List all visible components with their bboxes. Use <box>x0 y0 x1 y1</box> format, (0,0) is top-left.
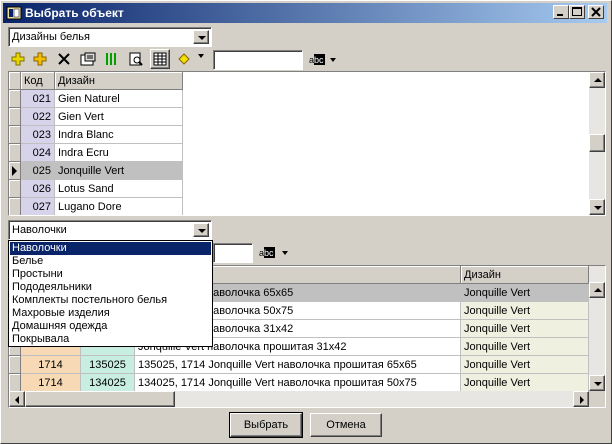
design-name-cell[interactable]: Jonquille Vert <box>55 162 183 180</box>
properties-icon[interactable] <box>78 49 98 69</box>
design-code-cell[interactable]: 027 <box>21 198 55 215</box>
category-option[interactable]: Простыни <box>10 268 211 281</box>
svg-text:bc: bc <box>264 248 274 258</box>
grid-settings-icon[interactable] <box>150 49 170 69</box>
add-copy-icon[interactable] <box>30 49 50 69</box>
design-type-combo[interactable]: Дизайны белья <box>8 27 212 47</box>
add-icon[interactable] <box>8 49 28 69</box>
filter-icon[interactable] <box>174 49 194 69</box>
products-hscroll[interactable] <box>9 391 589 407</box>
title-bar[interactable]: Выбрать объект <box>3 3 607 23</box>
design-grid-scrollbar[interactable] <box>589 72 605 215</box>
product-article-cell[interactable]: 135025 <box>81 356 135 374</box>
design-name-cell[interactable]: Gien Naturel <box>55 90 183 108</box>
design-name-cell[interactable]: Lugano Dore <box>55 198 183 215</box>
design-name-cell[interactable]: Indra Blanc <box>55 126 183 144</box>
columns-icon[interactable] <box>102 49 122 69</box>
scroll-corner <box>589 391 605 407</box>
category-option[interactable]: Комплекты постельного белья <box>10 294 211 307</box>
row-indicator[interactable] <box>9 180 21 198</box>
category-dropdown-list: Наволочки Белье Простыни Пододеяльники Компл… <box>8 240 213 347</box>
chevron-down-icon[interactable] <box>193 30 209 44</box>
row-indicator-header <box>9 72 21 90</box>
design-code-cell[interactable]: 023 <box>21 126 55 144</box>
cancel-button[interactable]: Отмена <box>310 413 382 437</box>
design-code-cell[interactable]: 022 <box>21 108 55 126</box>
product-design-cell[interactable]: Jonquille Vert <box>461 374 589 392</box>
design-column-header[interactable]: Дизайн <box>55 72 183 90</box>
scroll-down-button[interactable] <box>589 199 605 215</box>
product-article-cell[interactable]: 134025 <box>81 374 135 392</box>
product-design-cell[interactable]: Jonquille Vert <box>461 284 589 302</box>
delete-icon[interactable] <box>54 49 74 69</box>
filter-dropdown-icon[interactable] <box>198 54 204 58</box>
row-indicator[interactable] <box>9 108 21 126</box>
product-design-cell[interactable]: Jonquille Vert <box>461 338 589 356</box>
design-code-cell[interactable]: 026 <box>21 180 55 198</box>
category-option[interactable]: Наволочки <box>9 241 212 256</box>
design-name-cell[interactable]: Indra Ecru <box>55 144 183 162</box>
category-combo[interactable]: Наволочки <box>8 220 212 240</box>
close-button[interactable] <box>588 5 604 19</box>
category-option[interactable]: Покрывала <box>10 333 211 346</box>
design-name-cell[interactable]: Lotus Sand <box>55 180 183 198</box>
window-title: Выбрать объект <box>25 6 124 20</box>
search-input[interactable] <box>213 50 303 70</box>
abc-search-icon-2[interactable]: a bc <box>258 246 276 259</box>
category-value: Наволочки <box>12 224 67 236</box>
product-design-cell[interactable]: Jonquille Vert <box>461 356 589 374</box>
code-column-header[interactable]: Код <box>21 72 55 90</box>
design-code-cell[interactable]: 024 <box>21 144 55 162</box>
row-indicator[interactable] <box>9 198 21 215</box>
category-option[interactable]: Белье <box>10 255 211 268</box>
preview-icon[interactable] <box>126 49 146 69</box>
design-name-cell[interactable]: Gien Vert <box>55 108 183 126</box>
scroll-right-button[interactable] <box>573 391 589 407</box>
chevron-down-icon[interactable] <box>193 223 209 237</box>
row-indicator[interactable] <box>9 126 21 144</box>
design-type-value: Дизайны белья <box>12 31 90 43</box>
design-grid: Код Дизайн 021 Gien Naturel 022 Gien Vert 02… <box>8 71 606 216</box>
abc-dropdown-icon-2[interactable] <box>282 251 288 255</box>
product-code-cell[interactable]: 1714 <box>21 374 81 392</box>
maximize-button[interactable] <box>569 5 585 19</box>
scroll-down-button[interactable] <box>589 375 605 391</box>
row-indicator[interactable] <box>9 144 21 162</box>
category-option[interactable]: Махровые изделия <box>10 307 211 320</box>
design-code-cell[interactable]: 025 <box>21 162 55 180</box>
app-icon <box>6 5 22 21</box>
search-input-2[interactable] <box>213 243 253 263</box>
row-indicator[interactable] <box>9 162 21 180</box>
scroll-up-button[interactable] <box>589 72 605 88</box>
select-button[interactable]: Выбрать <box>229 412 303 438</box>
product-code-cell[interactable]: 1714 <box>21 356 81 374</box>
scroll-thumb[interactable] <box>589 134 605 152</box>
scroll-left-button[interactable] <box>9 391 25 407</box>
category-option[interactable]: Домашняя одежда <box>10 320 211 333</box>
product-row-indicator[interactable] <box>9 356 21 374</box>
product-design-cell[interactable]: Jonquille Vert <box>461 302 589 320</box>
minimize-button[interactable] <box>553 5 569 19</box>
products-design-column-header[interactable]: Дизайн <box>461 266 589 284</box>
abc-search-icon[interactable]: a bc <box>308 53 326 66</box>
products-vscroll[interactable] <box>589 266 605 391</box>
product-name-cell[interactable]: 134025, 1714 Jonquille Vert наволочка пр… <box>135 374 461 392</box>
product-name-cell[interactable]: 135025, 1714 Jonquille Vert наволочка пр… <box>135 356 461 374</box>
scroll-up-button[interactable] <box>589 282 605 298</box>
product-design-cell[interactable]: Jonquille Vert <box>461 320 589 338</box>
design-code-cell[interactable]: 021 <box>21 90 55 108</box>
svg-text:bc: bc <box>314 55 324 65</box>
hscroll-thumb[interactable] <box>25 391 175 407</box>
product-row-indicator[interactable] <box>9 374 21 392</box>
row-indicator[interactable] <box>9 90 21 108</box>
current-row-icon <box>12 166 17 176</box>
abc-dropdown-icon[interactable] <box>330 58 336 62</box>
category-option[interactable]: Пододеяльники <box>10 281 211 294</box>
